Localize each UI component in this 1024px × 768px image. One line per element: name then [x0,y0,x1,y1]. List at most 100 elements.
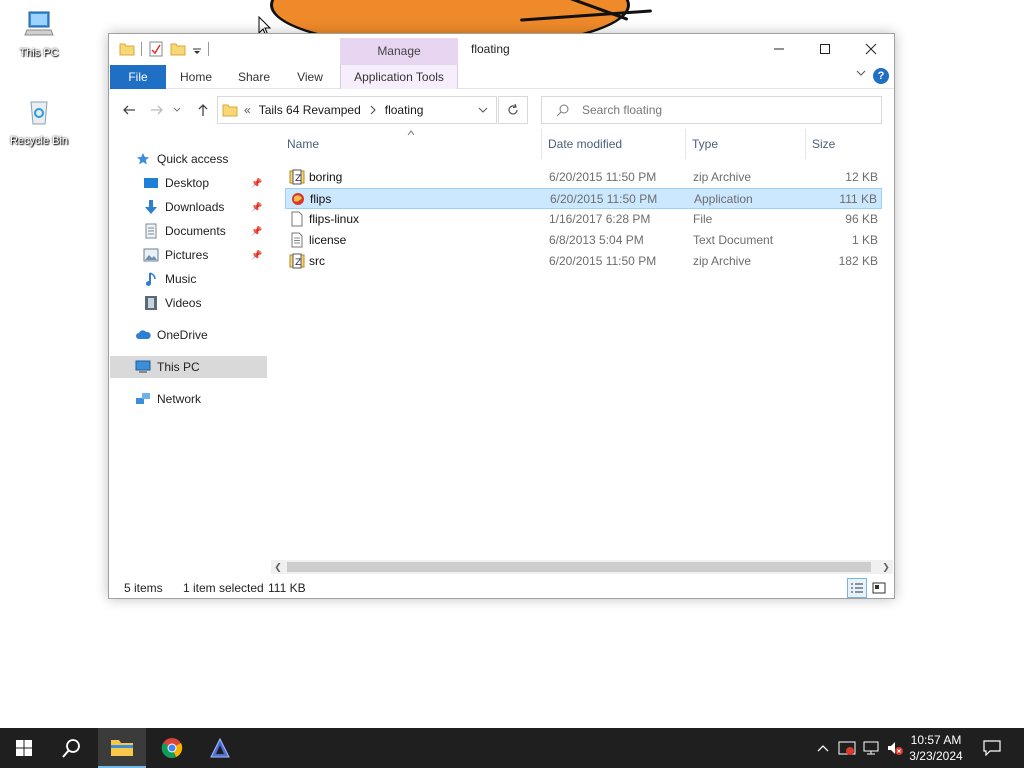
maximize-button[interactable] [802,34,848,64]
scroll-left-button[interactable]: ❮ [271,560,285,574]
desktop-icon-this-pc[interactable]: This PC [4,8,74,59]
file-name: boring [309,170,343,184]
expand-ribbon-button[interactable] [856,69,866,80]
minimize-button[interactable] [756,34,802,64]
arrow-left-icon [123,105,135,115]
divider [541,129,542,159]
sidebar-item-label: Desktop [165,176,210,190]
chevron-right-icon[interactable] [369,105,377,115]
pictures-icon [143,247,159,263]
sidebar-item-network[interactable]: Network [135,388,201,410]
file-name: flips-linux [309,212,360,226]
sidebar-item-onedrive[interactable]: OneDrive [135,324,208,346]
zip-icon: Z [289,169,305,185]
ribbon-tabs: File Home Share View Application Tools ? [109,65,894,89]
customize-toolbar-icon[interactable] [192,41,202,57]
sidebar-item-quick-access[interactable]: Quick access [135,148,228,170]
show-hidden-icons-button[interactable] [814,728,832,768]
file-name: flips [310,192,332,206]
recycle-bin-icon [30,101,48,125]
selection-size: 111 KB [268,581,306,595]
file-name: license [309,233,347,247]
pin-icon[interactable]: 📌 [251,226,262,236]
blank-file-icon [291,211,303,227]
column-header-name[interactable]: Name [287,132,319,156]
sidebar-item-videos[interactable]: Videos [143,292,201,314]
horizontal-scrollbar[interactable]: ❮ ❯ [271,560,893,574]
breadcrumb-item[interactable]: floating [385,103,424,117]
selection-count: 1 item selected [183,581,264,595]
search-placeholder: Search floating [582,103,663,117]
back-button[interactable] [119,100,139,120]
sidebar-item-pictures[interactable]: Pictures [143,244,208,266]
column-header-size[interactable]: Size [812,132,835,156]
item-count: 5 items [124,581,163,595]
breadcrumb-item[interactable]: Tails 64 Revamped [259,103,361,117]
tab-file[interactable]: File [110,65,166,89]
file-row-flips[interactable]: flips 6/20/2015 11:50 PM Application 111… [285,188,882,209]
taskbar-chrome[interactable] [148,728,196,768]
chevron-down-icon[interactable] [478,106,488,114]
search-button[interactable] [48,728,96,768]
forward-button[interactable] [147,100,167,120]
taskbar-app[interactable] [196,728,244,768]
breadcrumb-overflow[interactable]: « [244,103,251,117]
pin-icon[interactable]: 📌 [251,178,262,188]
sidebar-item-documents[interactable]: Documents [143,220,226,242]
file-row-flips-linux[interactable]: flips-linux 1/16/2017 6:28 PM File 96 KB [285,209,882,230]
tab-view[interactable]: View [285,65,335,89]
manage-context-tab[interactable]: Manage [340,38,458,65]
sidebar-item-label: Documents [165,224,226,238]
sidebar-item-desktop[interactable]: Desktop [143,172,209,194]
folder-icon [222,104,238,117]
up-button[interactable] [193,100,213,120]
divider [208,42,209,56]
file-size: 111 KB [839,192,877,206]
volume-muted-icon [888,742,903,755]
column-header-type[interactable]: Type [692,132,718,156]
cloud-icon [135,327,151,343]
star-icon [135,151,151,167]
sidebar-item-music[interactable]: Music [143,268,196,290]
sort-ascending-icon [407,130,415,136]
sidebar-item-downloads[interactable]: Downloads [143,196,224,218]
details-view-button[interactable] [847,578,867,598]
download-arrow-icon [143,199,159,215]
file-row-src[interactable]: Z src 6/20/2015 11:50 PM zip Archive 182… [285,251,882,272]
address-bar[interactable]: « Tails 64 Revamped floating [217,96,497,124]
file-date: 6/20/2015 11:50 PM [550,192,658,206]
scroll-right-button[interactable]: ❯ [879,560,893,574]
tab-home[interactable]: Home [171,65,221,89]
pin-icon[interactable]: 📌 [251,202,262,212]
tray-network-button[interactable] [860,728,882,768]
file-name: src [309,254,325,268]
scrollbar-thumb[interactable] [287,562,871,572]
help-button[interactable]: ? [873,68,889,84]
file-row-boring[interactable]: Z boring 6/20/2015 11:50 PM zip Archive … [285,167,882,188]
properties-icon[interactable] [148,41,164,57]
recent-locations-button[interactable] [171,100,183,120]
large-icons-view-button[interactable] [869,578,889,598]
system-clock[interactable]: 10:57 AM 3/23/2024 [906,732,966,764]
new-folder-icon[interactable] [170,41,186,57]
pin-icon[interactable]: 📌 [251,250,262,260]
column-header-date[interactable]: Date modified [548,132,622,156]
start-button[interactable] [0,728,48,768]
file-row-license[interactable]: license 6/8/2013 5:04 PM Text Document 1… [285,230,882,251]
window-title: floating [471,42,510,56]
desktop-icon-recycle-bin[interactable]: Recycle Bin [4,96,74,147]
tray-volume-button[interactable] [884,728,906,768]
refresh-button[interactable] [498,96,528,124]
tab-share[interactable]: Share [229,65,279,89]
close-button[interactable] [848,34,894,64]
network-icon [863,741,879,755]
taskbar-file-explorer[interactable] [98,728,146,768]
sidebar-item-this-pc[interactable]: This PC [110,356,267,378]
chrome-icon [161,738,183,758]
notification-center-button[interactable] [978,728,1006,768]
search-icon [556,104,569,117]
tab-application-tools[interactable]: Application Tools [340,65,458,89]
tray-security-button[interactable] [836,728,858,768]
search-input[interactable]: Search floating [541,96,882,124]
file-type: Application [694,192,753,206]
